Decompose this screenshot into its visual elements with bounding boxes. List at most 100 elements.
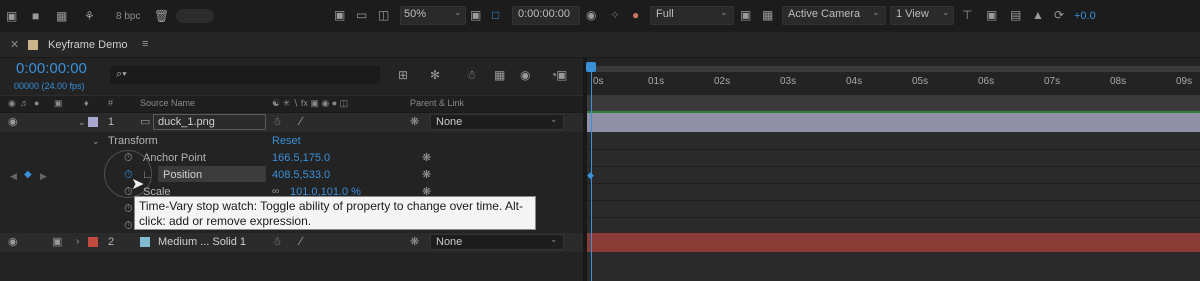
transparency-grid-icon[interactable]: ▦ [762,8,773,22]
video-eye-icon[interactable]: ◉ [8,98,16,109]
work-area-bar[interactable] [587,66,1200,72]
layer-number-header: # [108,98,114,108]
tooltip: Time-Vary stop watch: Toggle ability of … [134,196,536,230]
show-snapshot-icon[interactable]: ✧ [610,8,620,22]
trash-icon[interactable]: 🗑 [154,9,169,23]
timeline-icon[interactable]: ▤ [1010,8,1021,22]
layer-bar-1[interactable] [587,113,1200,132]
quality-switch-icon[interactable]: ∕ [300,234,302,248]
pickwhip-icon[interactable]: ❋ [410,235,419,249]
color-icon[interactable]: ⚘ [84,9,95,23]
parent-link-header[interactable]: Parent & Link [410,98,464,108]
label-color[interactable] [88,117,98,127]
pickwhip-icon[interactable]: ❋ [422,151,431,165]
camera-snapshot-icon[interactable]: ◉ [586,8,596,22]
comp-mini-flowchart-icon[interactable]: ⊞ [398,68,408,82]
always-preview-icon[interactable]: ▣ [334,8,345,22]
region-icon[interactable]: ▣ [6,9,17,23]
playhead-handle[interactable] [586,62,596,72]
frame-blending-icon[interactable]: ▦ [494,68,505,82]
parent-value-2: None [436,236,463,248]
layer-index: 2 [108,236,115,248]
layer-row-1[interactable]: ◉ ⌄ 1 ▭ duck_1.png ☃ ∕ ❋ None ⌄ [0,113,583,132]
transform-reset[interactable]: Reset [272,134,301,148]
playhead-line[interactable] [591,62,592,281]
scroll-pill[interactable] [176,9,214,23]
quality-switch-icon[interactable]: ∕ [300,114,302,128]
stopwatch-icon[interactable]: ⏱ [124,202,133,216]
pickwhip-icon[interactable]: ❋ [422,168,431,182]
camera-value: Active Camera [788,8,861,20]
property-name-position: Position [163,169,203,181]
panel-divider[interactable] [583,58,587,281]
fast-preview-icon[interactable]: ▣ [986,8,997,22]
solo-icon[interactable]: ● [34,98,39,108]
ruler-tick: 08s [1110,76,1127,87]
safe-margins-icon[interactable]: ▣ [470,8,481,22]
comp-tab-title[interactable]: Keyframe Demo [48,38,127,52]
grid-icon[interactable]: ◫ [378,8,389,22]
layer-row-2[interactable]: ◉ ▣ › 2 Medium ... Solid 1 ☃ ∕ ❋ None ⌄ [0,233,583,252]
source-name-header[interactable]: Source Name [140,98,195,108]
track-divider [587,200,1200,201]
exposure-value[interactable]: +0.0 [1074,9,1096,23]
track-divider [587,149,1200,150]
bpc-label[interactable]: 8 bpc [116,10,140,24]
audio-icon[interactable]: ♬ [20,98,29,108]
shy-layers-icon[interactable]: ☃ [466,68,477,82]
keyframe-next-icon[interactable]: ▶ [40,169,47,183]
chevron-down-icon: ⌄ [720,7,728,17]
layer-bar-2[interactable] [587,233,1200,252]
keyframe-prev-icon[interactable]: ◀ [10,169,17,183]
zoom-value: 50% [404,8,427,20]
region-of-interest-icon[interactable]: ▣ [740,8,751,22]
draft-3d-icon[interactable]: ✻ [430,68,440,82]
layer-search-input[interactable]: ⌕▾ [110,66,380,84]
track-divider [587,166,1200,167]
monitor-icon[interactable]: ▭ [356,8,367,22]
tooltip-text: Time-Vary stop watch: Toggle ability of … [139,199,523,228]
time-ruler[interactable] [583,58,1200,94]
mask-visibility-icon[interactable]: □ [492,8,499,22]
comp-work-area-track[interactable] [587,95,1200,113]
reset-exposure-icon[interactable]: ⟳ [1054,8,1064,22]
flowchart-icon[interactable]: ▦ [56,9,67,23]
layer-name[interactable]: Medium ... Solid 1 [158,235,246,249]
viewer-toolbar: ▣ ■ ▦ ⚘ 8 bpc 🗑 ▣ ▭ ◫ 50% ⌄ ▣ □ 0:00:00:… [0,0,1200,32]
visibility-eye-icon[interactable]: ◉ [8,235,18,249]
ruler-tick: 04s [846,76,863,87]
menu-icon[interactable]: ≡ [142,37,148,51]
comp-tab-bar: ✕ Keyframe Demo ≡ [0,32,1200,58]
label-tag-icon[interactable]: ♦ [84,98,89,108]
expand-chevron-icon[interactable]: ⌄ [92,134,100,148]
pixel-aspect-icon[interactable]: ⊤ [962,8,972,22]
chevron-down-icon: ⌄ [454,7,462,17]
chevron-down-icon: ⌄ [872,7,880,17]
view-layout-value: 1 View [896,8,929,20]
folder-icon[interactable]: ■ [32,9,39,23]
pickwhip-icon[interactable]: ❋ [410,115,419,129]
lock-icon[interactable]: ▣ [54,98,63,109]
graph-editor-icon[interactable]: ▣ [556,68,567,82]
property-value-position[interactable]: 408.5,533.0 [272,168,330,182]
close-icon[interactable]: ✕ [10,38,19,52]
current-time[interactable]: 0:00:00:00 [16,61,87,76]
flowchart-icon[interactable]: ▲ [1032,8,1044,22]
shy-switch-icon[interactable]: ☃ [272,115,282,129]
expand-chevron-icon[interactable]: › [76,235,79,249]
property-value-anchor[interactable]: 166.5,175.0 [272,151,330,165]
keyframe-add-icon[interactable]: ◆ [24,168,32,182]
shy-switch-icon[interactable]: ☃ [272,235,282,249]
resolution-value: Full [656,8,674,20]
lock-icon[interactable]: ▣ [52,235,62,249]
search-icon: ⌕▾ [116,68,127,80]
stopwatch-icon[interactable]: ⏱ [124,219,133,233]
switches-icon: ☯ ✳ ∖ fx ▣ ◉ ● ◫ [272,98,349,108]
expand-chevron-icon[interactable]: ⌄ [78,115,86,129]
label-color[interactable] [88,237,98,247]
channel-icon[interactable]: ● [632,8,639,22]
comp-color-swatch [28,40,38,50]
motion-blur-icon[interactable]: ◉ [520,68,530,82]
parent-value-1: None [436,116,463,128]
visibility-eye-icon[interactable]: ◉ [8,115,18,129]
